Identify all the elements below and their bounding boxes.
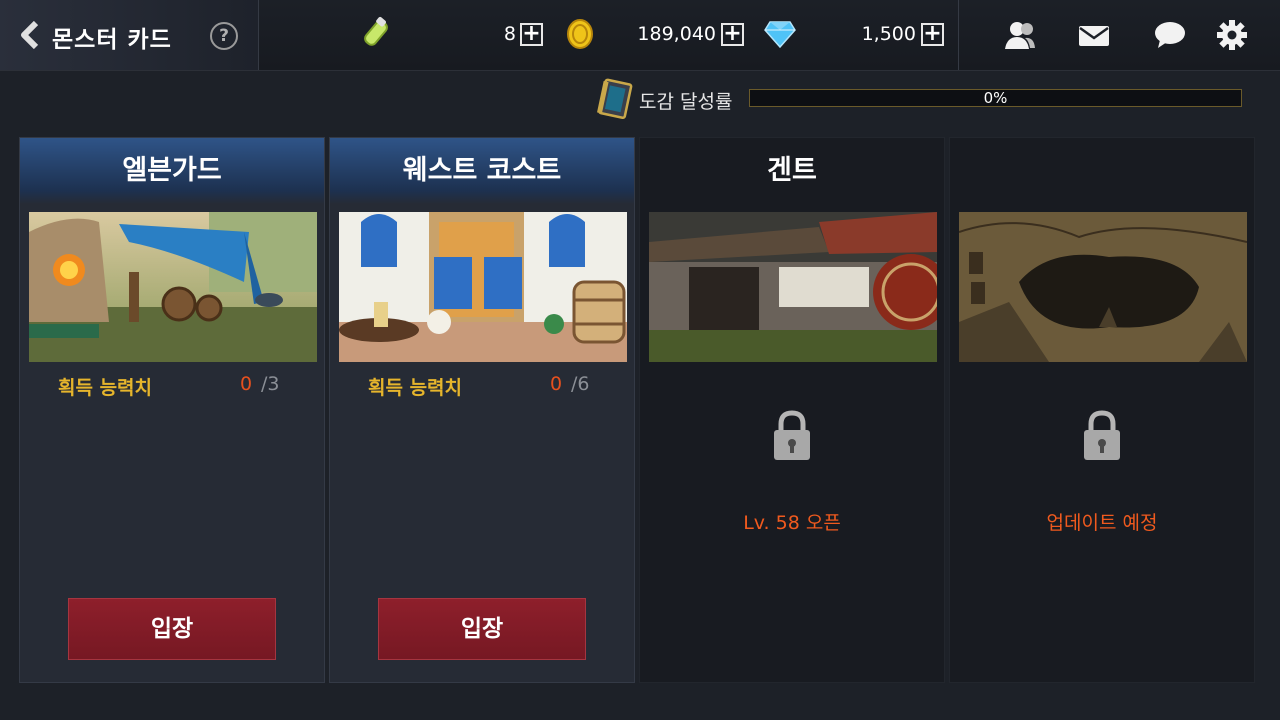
gem-icon — [764, 21, 796, 48]
add-stamina-button[interactable]: + — [520, 23, 543, 46]
lock-icon — [774, 410, 810, 460]
region-card-coming-soon: 업데이트 예정 — [949, 137, 1255, 683]
add-gem-button[interactable]: + — [921, 23, 944, 46]
region-image-unknown-map — [959, 212, 1247, 362]
back-arrow-icon — [21, 21, 39, 49]
stat-label: 획득 능력치 — [58, 377, 153, 399]
stamina-potion-icon — [364, 16, 388, 46]
top-bar: 몬스터 카드 ? 8 + 189,040 + 1,500 + — [0, 0, 1280, 71]
region-card-west-coast: 웨스트 코스트 획득 능력치 0 /6 입장 — [329, 137, 635, 683]
collection-progress-text: 0% — [983, 89, 1008, 107]
gem-value: 1,500 — [861, 23, 916, 45]
card-title: 겐트 — [767, 155, 817, 186]
enter-button[interactable]: 입장 — [68, 598, 276, 660]
divider — [958, 0, 959, 70]
settings-gear-icon[interactable] — [1215, 19, 1249, 51]
friends-icon[interactable] — [1003, 19, 1037, 51]
stat-label: 획득 능력치 — [368, 377, 463, 399]
region-image-gent — [649, 212, 937, 362]
stat-max: /6 — [571, 373, 590, 395]
stat-current: 0 — [240, 373, 253, 395]
collection-progress-bar: 0% — [749, 89, 1242, 107]
chat-icon[interactable] — [1153, 19, 1187, 51]
collection-rate-label: 도감 달성률 — [639, 91, 733, 113]
stat-max: /3 — [261, 373, 280, 395]
region-image-west-coast — [339, 212, 627, 362]
gold-coin-icon — [567, 19, 593, 49]
page-title: 몬스터 카드 — [52, 27, 172, 53]
help-icon[interactable]: ? — [210, 22, 238, 50]
mail-icon[interactable] — [1077, 19, 1111, 51]
stat-current: 0 — [550, 373, 563, 395]
gold-value: 189,040 — [637, 23, 716, 45]
collection-book-icon — [597, 78, 633, 120]
card-title: 웨스트 코스트 — [330, 138, 634, 204]
add-gold-button[interactable]: + — [721, 23, 744, 46]
card-title: 엘븐가드 — [20, 138, 324, 204]
region-card-elvengard: 엘븐가드 획득 능력치 0 /3 입장 — [19, 137, 325, 683]
enter-button[interactable]: 입장 — [378, 598, 586, 660]
back-button[interactable]: 몬스터 카드 ? — [0, 0, 259, 70]
lock-icon — [1084, 410, 1120, 460]
region-image-elvengard — [29, 212, 317, 362]
coming-soon-text: 업데이트 예정 — [1046, 512, 1158, 534]
stamina-value: 8 — [503, 23, 516, 45]
unlock-requirement-text: Lv. 58 오픈 — [743, 512, 841, 534]
region-card-gent: 겐트 Lv. 58 오픈 — [639, 137, 945, 683]
